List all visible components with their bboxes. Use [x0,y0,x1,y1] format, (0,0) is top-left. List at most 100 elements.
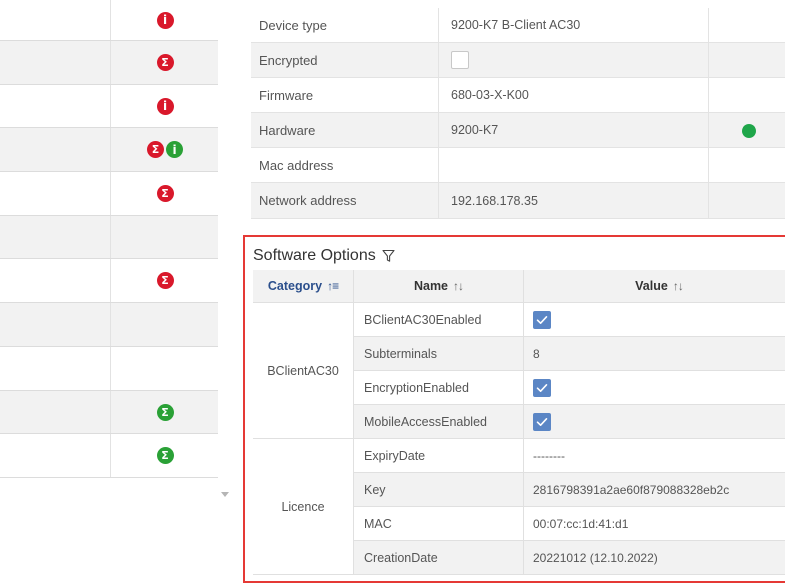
property-value: 9200-K7 B-Client AC30 [451,18,581,32]
property-row: Device type 9200-K7 B-Client AC30 [251,8,785,43]
option-name: ExpiryDate [354,439,524,472]
option-value [524,371,785,404]
option-name: Subterminals [354,337,524,370]
option-row: ExpiryDate -------- [354,439,785,473]
status-list: iΣiΣiΣΣΣΣ [0,0,218,500]
list-row-status-cell [112,347,218,390]
list-row-status-cell: Σ [112,41,218,84]
software-options-title: Software Options [253,247,395,265]
sigma-red-icon: Σ [156,54,174,71]
option-value: 20221012 (12.10.2022) [533,550,658,565]
list-row-status-cell: Σ [112,434,218,477]
column-header-value[interactable]: Value ↑↓ [524,270,785,303]
list-row[interactable]: i [0,85,218,128]
sigma-green-icon: Σ [156,403,174,421]
property-label: Mac address [259,157,334,173]
list-row[interactable]: Σi [0,128,218,172]
scroll-down-arrow-icon[interactable] [221,492,229,497]
category-cell: Licence [253,439,354,575]
filter-icon[interactable] [382,249,395,263]
option-row: EncryptionEnabled [354,371,785,405]
property-label: Firmware [259,87,314,103]
hardware-status-dot [742,124,756,138]
list-row-status-cell: i [112,85,218,127]
option-value [524,303,785,336]
list-row-status-cell: i [112,0,218,40]
column-divider [708,113,709,147]
property-label: Hardware [259,122,316,138]
option-row: MAC 00:07:cc:1d:41:d1 [354,507,785,541]
option-row: BClientAC30Enabled [354,303,785,337]
list-row-name-cell [0,85,111,127]
column-header-name[interactable]: Name ↑↓ [354,270,524,303]
list-row[interactable]: Σ [0,41,218,85]
list-row[interactable]: Σ [0,172,218,216]
encrypted-checkbox[interactable] [451,51,469,69]
property-value: 9200-K7 [451,123,499,137]
checkbox-checked[interactable] [533,412,551,431]
option-name: BClientAC30Enabled [354,303,524,336]
option-value [524,405,785,438]
sort-ascending-icon: ↑≡ [327,279,339,293]
sigma-red-icon: Σ [147,141,164,158]
option-name: CreationDate [354,541,524,574]
sigma-green-icon: Σ [156,447,174,464]
list-row-status-cell: Σ [112,172,218,215]
list-row-name-cell [0,41,111,84]
checkbox-checked[interactable] [533,310,551,329]
option-row: MobileAccessEnabled [354,405,785,439]
info-red-icon: i [156,97,174,115]
list-row-name-cell [0,434,111,477]
option-name: EncryptionEnabled [354,371,524,404]
property-value: 192.168.178.35 [451,193,538,208]
list-row[interactable]: Σ [0,259,218,303]
list-row[interactable]: Σ [0,434,218,478]
list-row-name-cell [0,303,111,346]
option-value: 00:07:cc:1d:41:d1 [533,516,629,531]
property-row: Network address 192.168.178.35 [251,183,785,219]
property-value: 680-03-X-K00 [451,88,529,102]
checkmark-icon [536,315,548,324]
list-row[interactable] [0,347,218,391]
info-green-icon: i [166,141,183,158]
property-value [438,43,469,77]
property-row: Encrypted [251,43,785,78]
list-row[interactable]: i [0,0,218,41]
software-options-panel: Software Options Category ↑≡ Name ↑↓ Val… [243,235,785,583]
list-row-status-cell [112,303,218,346]
list-row-status-cell: Σ [112,259,218,302]
list-row-name-cell [0,391,111,433]
checkbox-checked[interactable] [533,378,551,397]
column-divider [708,183,709,218]
checkmark-icon [536,383,548,392]
option-row: Key 2816798391a2ae60f879088328eb2c [354,473,785,507]
checkmark-icon [536,417,548,426]
list-row-status-cell: Σ [112,391,218,433]
list-row-status-cell: Σi [112,128,218,171]
option-row: Subterminals 8 [354,337,785,371]
property-label: Network address [259,193,357,208]
property-row: Mac address [251,148,785,183]
column-divider [708,148,709,182]
option-name: Key [354,473,524,506]
column-header-value-label: Value [635,279,668,293]
list-row[interactable] [0,303,218,347]
option-value: 2816798391a2ae60f879088328eb2c [533,482,730,497]
list-row-name-cell [0,172,111,215]
device-properties-table: Device type 9200-K7 B-Client AC30 Encrypte… [251,0,785,222]
info-red-icon: i [156,11,174,29]
list-row[interactable]: Σ [0,391,218,434]
option-row: CreationDate 20221012 (12.10.2022) [354,541,785,575]
column-divider [708,43,709,77]
sort-icon: ↑↓ [453,279,464,293]
list-row[interactable] [0,216,218,259]
list-row-name-cell [0,259,111,302]
column-header-category[interactable]: Category ↑≡ [253,270,354,303]
software-options-title-text: Software Options [253,247,376,264]
column-divider [708,78,709,112]
option-name: MobileAccessEnabled [354,405,524,438]
scrollbar[interactable] [218,0,232,500]
sigma-red-icon: Σ [156,185,174,202]
sigma-red-icon: Σ [156,272,174,289]
property-value [438,148,451,182]
